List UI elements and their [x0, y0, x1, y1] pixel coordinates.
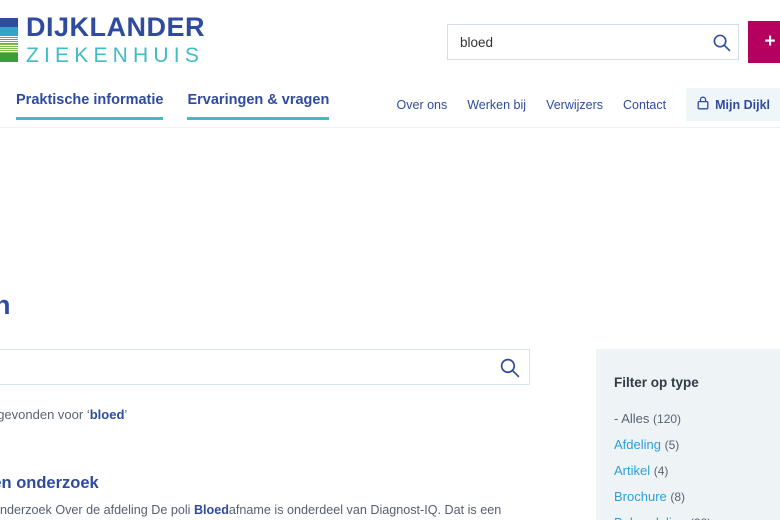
- logo-line-ziekenhuis: ZIEKENHUIS: [26, 44, 205, 67]
- nav-item-over-ons[interactable]: Over ons: [397, 98, 448, 112]
- filter-label: Brochure: [614, 489, 667, 504]
- filter-count: (8): [670, 490, 686, 504]
- filter-label: Afdeling: [614, 437, 661, 452]
- filter-count: (4): [653, 464, 669, 478]
- filter-item-artikel[interactable]: Artikel (4): [614, 458, 780, 484]
- site-logo[interactable]: DIJKLANDER ZIEKENHUIS: [0, 14, 205, 66]
- nav-item-ervaringen-vragen[interactable]: Ervaringen & vragen: [187, 92, 330, 120]
- filter-item-behandeling[interactable]: Behandeling (28): [614, 510, 780, 520]
- page-search-input[interactable]: [0, 350, 489, 384]
- nav-item-verwijzers[interactable]: Verwijzers: [546, 98, 603, 112]
- result-count-prefix: kresultaten gevonden voor ‘: [0, 407, 90, 422]
- search-results-page: DIJKLANDER ZIEKENHUIS + Praktische infor…: [0, 0, 780, 520]
- result-tag: l: [0, 456, 530, 470]
- filter-count: (28): [690, 516, 711, 520]
- nav-item-mijn-account[interactable]: Mijn Dijkl: [686, 88, 780, 121]
- header-search-box[interactable]: [447, 24, 739, 60]
- filter-label: Behandeling: [614, 515, 686, 520]
- filter-item-afdeling[interactable]: Afdeling (5): [614, 432, 780, 458]
- site-header: DIJKLANDER ZIEKENHUIS +: [0, 0, 780, 84]
- filter-item-alles[interactable]: - Alles (120): [614, 406, 780, 432]
- snippet-part-1: afname en onderzoek Over de afdeling De …: [0, 503, 191, 517]
- filter-sidebar-title: Filter op type: [614, 375, 699, 390]
- result-item[interactable]: l afname en onderzoek afname en onderzoe…: [0, 456, 530, 520]
- logo-line-dijklander: DIJKLANDER: [26, 12, 206, 42]
- filter-count: (120): [653, 412, 682, 426]
- filter-sidebar: Filter op type - Alles (120) Afdeling (5…: [596, 349, 780, 520]
- page-title: ken: [0, 290, 11, 320]
- result-count-suffix: ’: [124, 407, 128, 422]
- nav-item-werken-bij[interactable]: Werken bij: [467, 98, 526, 112]
- filter-label: - Alles: [614, 411, 650, 426]
- snippet-highlight-1: Bloed: [193, 503, 229, 517]
- nav-item-contact[interactable]: Contact: [623, 98, 666, 112]
- utility-nav-group: Over ons Werken bij Verwijzers Contact M…: [397, 88, 780, 121]
- result-count-text: kresultaten gevonden voor ‘bloed’: [0, 407, 530, 422]
- logo-mark-icon: [0, 18, 18, 62]
- result-snippet: afname en onderzoek Over de afdeling De …: [0, 500, 540, 520]
- filter-item-brochure[interactable]: Brochure (8): [614, 484, 780, 510]
- search-icon[interactable]: [704, 25, 738, 59]
- main-navigation: Praktische informatie Ervaringen & vrage…: [0, 84, 780, 128]
- add-button[interactable]: +: [748, 21, 780, 63]
- nav-item-mijn-label: Mijn Dijkl: [715, 97, 770, 112]
- logo-text: DIJKLANDER ZIEKENHUIS: [26, 12, 206, 67]
- result-count-term: bloed: [89, 407, 125, 422]
- results-column: kresultaten gevonden voor ‘bloed’ l afna…: [0, 349, 530, 520]
- primary-nav-group: Praktische informatie Ervaringen & vrage…: [16, 92, 330, 120]
- lock-icon: [697, 96, 709, 113]
- plus-icon: +: [764, 31, 776, 52]
- filter-label: Artikel: [614, 463, 651, 478]
- result-title[interactable]: afname en onderzoek: [0, 474, 530, 493]
- nav-item-praktische-informatie[interactable]: Praktische informatie: [16, 92, 164, 120]
- filter-count: (5): [664, 438, 680, 452]
- search-icon[interactable]: [489, 350, 529, 384]
- header-search-input[interactable]: [448, 25, 704, 59]
- page-search-box[interactable]: [0, 349, 530, 385]
